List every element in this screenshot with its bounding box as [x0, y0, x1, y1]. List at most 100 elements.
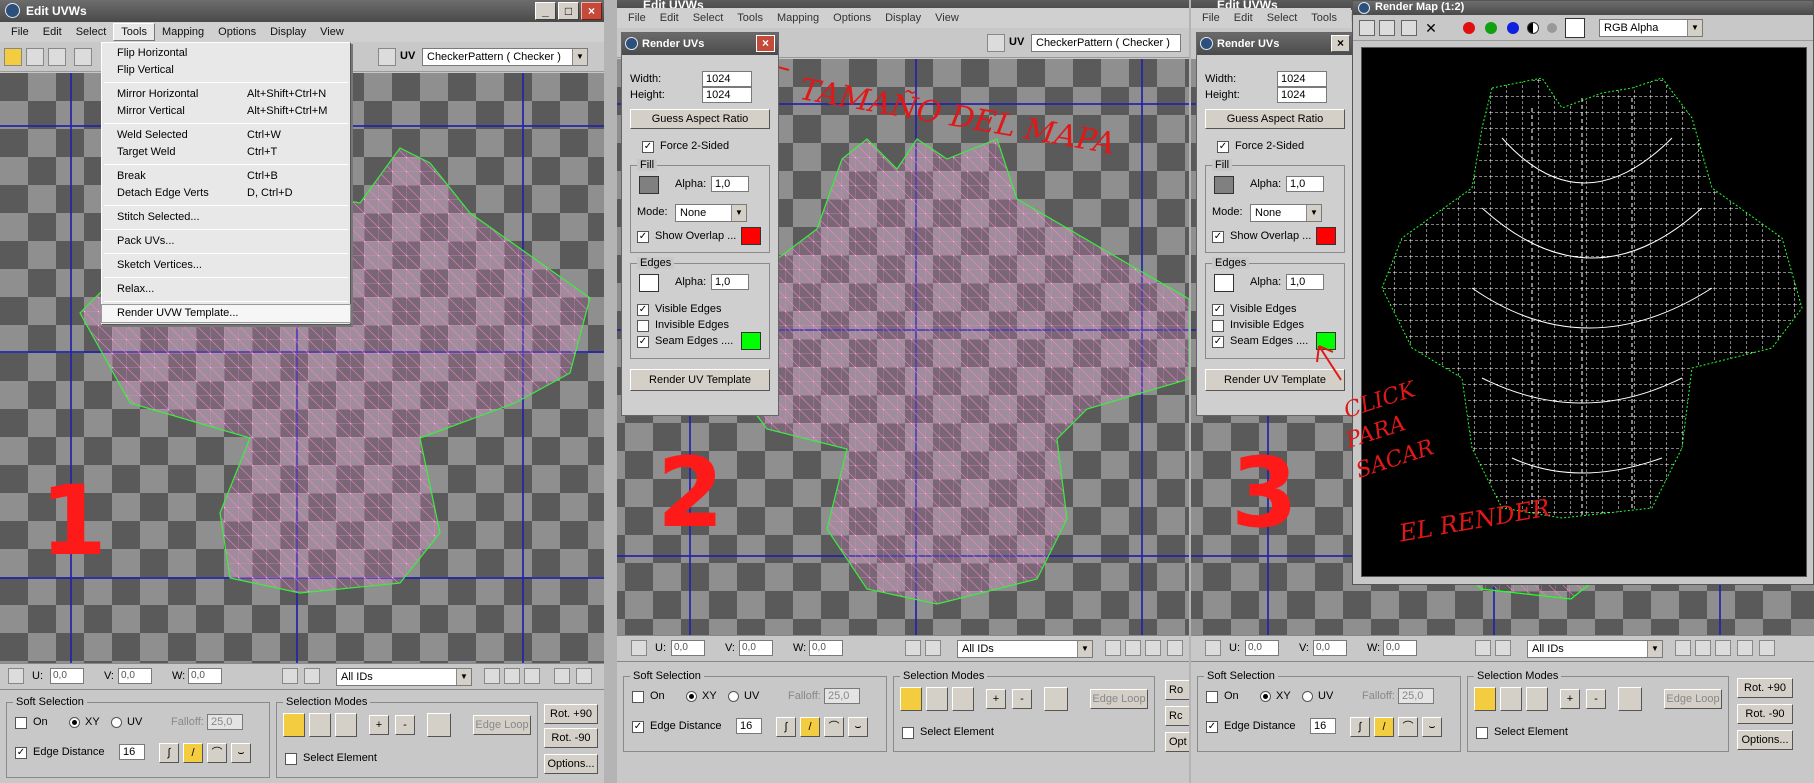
falloff-sinual-icon[interactable]: / — [183, 743, 203, 763]
snap-icon[interactable] — [905, 640, 921, 656]
menu-file[interactable]: File — [4, 24, 36, 40]
edge-distance-spinner[interactable]: 16 — [1310, 718, 1336, 734]
paint-select-icon[interactable] — [1618, 687, 1642, 711]
v-field[interactable]: 0,0 — [739, 640, 773, 656]
edge-loop-button[interactable]: Edge Loop — [473, 715, 531, 735]
paint-select-icon[interactable] — [1044, 687, 1068, 711]
edges-alpha-spinner[interactable]: 1,0 — [711, 274, 749, 290]
ids-dropdown[interactable]: All IDs ▼ — [957, 640, 1093, 658]
select-element-checkbox[interactable] — [902, 727, 914, 739]
menu-item-target-weld[interactable]: Target Weld Ctrl+T — [102, 144, 350, 161]
menu-select[interactable]: Select — [686, 10, 731, 26]
falloff-sinual-icon[interactable]: / — [800, 717, 820, 737]
uv-radio[interactable] — [728, 691, 739, 702]
maximize-icon[interactable]: □ — [558, 2, 579, 20]
uv-radio[interactable] — [111, 717, 122, 728]
visible-edges-checkbox[interactable]: ✓ — [1212, 304, 1224, 316]
menu-item-break[interactable]: Break Ctrl+B — [102, 168, 350, 185]
seam-edges-checkbox[interactable]: ✓ — [1212, 336, 1224, 348]
edge-mode-icon[interactable] — [926, 687, 948, 711]
falloff-linear-icon[interactable]: ∫ — [776, 717, 796, 737]
zoom-icon[interactable] — [1695, 640, 1711, 656]
edges-alpha-spinner[interactable]: 1,0 — [1286, 274, 1324, 290]
grow-button[interactable]: + — [1560, 689, 1580, 709]
rotate-tool-icon[interactable] — [26, 48, 44, 66]
menu-item-relax[interactable]: Relax... — [102, 281, 350, 298]
save-icon[interactable] — [1359, 20, 1375, 36]
blue-channel-icon[interactable] — [1507, 22, 1519, 34]
lock-icon[interactable] — [1205, 640, 1221, 656]
edge-loop-button[interactable]: Edge Loop — [1664, 689, 1722, 709]
texture-dropdown[interactable]: CheckerPattern ( Checker ) — [1031, 34, 1181, 52]
vertex-mode-icon[interactable] — [900, 687, 922, 711]
fill-alpha-spinner[interactable]: 1,0 — [711, 176, 749, 192]
rotate-plus-90-button[interactable]: Rot. +90 — [1737, 678, 1793, 698]
force-2sided-checkbox[interactable]: ✓ — [1217, 141, 1229, 153]
menu-select[interactable]: Select — [69, 24, 114, 40]
xy-radio[interactable] — [1260, 691, 1271, 702]
zoom-extents-icon[interactable] — [554, 668, 570, 684]
pick-icon[interactable] — [925, 640, 941, 656]
rotate-plus-90-button[interactable]: Ro — [1165, 680, 1189, 700]
alpha-channel-icon[interactable] — [1527, 22, 1539, 34]
zoom-icon[interactable] — [504, 668, 520, 684]
edge-loop-button[interactable]: Edge Loop — [1090, 689, 1148, 709]
menu-select[interactable]: Select — [1260, 10, 1305, 26]
w-field[interactable]: 0,0 — [188, 668, 222, 684]
zoom-region-icon[interactable] — [1715, 640, 1731, 656]
visible-edges-checkbox[interactable]: ✓ — [637, 304, 649, 316]
invisible-edges-checkbox[interactable] — [637, 320, 649, 332]
select-element-checkbox[interactable] — [285, 753, 297, 765]
close-icon[interactable]: × — [581, 2, 602, 20]
menu-item-flip-horizontal[interactable]: Flip Horizontal — [102, 45, 350, 62]
fill-color-swatch[interactable] — [639, 176, 659, 194]
menu-item-stitch-selected[interactable]: Stitch Selected... — [102, 209, 350, 226]
height-spinner[interactable]: 1024 — [1277, 87, 1327, 103]
menu-item-mirror-horizontal[interactable]: Mirror Horizontal Alt+Shift+Ctrl+N — [102, 86, 350, 103]
falloff-slow-icon[interactable]: ⌒ — [207, 743, 227, 763]
falloff-sinual-icon[interactable]: / — [1374, 717, 1394, 737]
vertex-mode-icon[interactable] — [1474, 687, 1496, 711]
force-2sided-checkbox[interactable]: ✓ — [642, 141, 654, 153]
menu-item-render-uvw-template[interactable]: Render UVW Template... — [101, 304, 351, 323]
options-button[interactable]: Options... — [1737, 730, 1793, 750]
red-channel-icon[interactable] — [1463, 22, 1475, 34]
zoom-extents-icon[interactable] — [1167, 640, 1183, 656]
seam-edges-checkbox[interactable]: ✓ — [637, 336, 649, 348]
checker-map-icon[interactable] — [987, 34, 1005, 52]
menu-edit[interactable]: Edit — [653, 10, 686, 26]
width-spinner[interactable]: 1024 — [1277, 71, 1327, 87]
mono-icon[interactable] — [1547, 23, 1557, 33]
falloff-spinner[interactable]: 25,0 — [824, 688, 860, 704]
menu-tools[interactable]: Tools — [730, 10, 770, 26]
zoom-region-icon[interactable] — [524, 668, 540, 684]
menu-view[interactable]: View — [928, 10, 966, 26]
menu-options[interactable]: Options — [211, 24, 263, 40]
face-mode-icon[interactable] — [952, 687, 974, 711]
pick-icon[interactable] — [1495, 640, 1511, 656]
fill-alpha-spinner[interactable]: 1,0 — [1286, 176, 1324, 192]
v-field[interactable]: 0,0 — [118, 668, 152, 684]
options-button[interactable]: Opt — [1165, 732, 1189, 752]
menu-item-flip-vertical[interactable]: Flip Vertical — [102, 62, 350, 79]
ids-dropdown[interactable]: All IDs ▼ — [336, 668, 472, 686]
menu-file[interactable]: File — [1195, 10, 1227, 26]
rotate-minus-90-button[interactable]: Rc — [1165, 706, 1189, 726]
freeform-tool-icon[interactable] — [74, 48, 92, 66]
minimize-icon[interactable]: _ — [535, 2, 556, 20]
menu-mapping[interactable]: Mapping — [155, 24, 211, 40]
menu-view[interactable]: View — [313, 24, 351, 40]
xy-radio[interactable] — [686, 691, 697, 702]
menu-item-sketch-vertices[interactable]: Sketch Vertices... — [102, 257, 350, 274]
grow-button[interactable]: + — [986, 689, 1006, 709]
u-field[interactable]: 0,0 — [50, 668, 84, 684]
snap-icon[interactable] — [1475, 640, 1491, 656]
menu-item-pack-uvs[interactable]: Pack UVs... — [102, 233, 350, 250]
soft-on-checkbox[interactable] — [15, 717, 27, 729]
xy-radio[interactable] — [69, 717, 80, 728]
grow-button[interactable]: + — [369, 715, 389, 735]
background-color-swatch[interactable] — [1565, 18, 1585, 38]
close-icon[interactable]: × — [756, 35, 775, 52]
options-button[interactable]: Options... — [544, 754, 598, 774]
menu-item-weld-selected[interactable]: Weld Selected Ctrl+W — [102, 127, 350, 144]
